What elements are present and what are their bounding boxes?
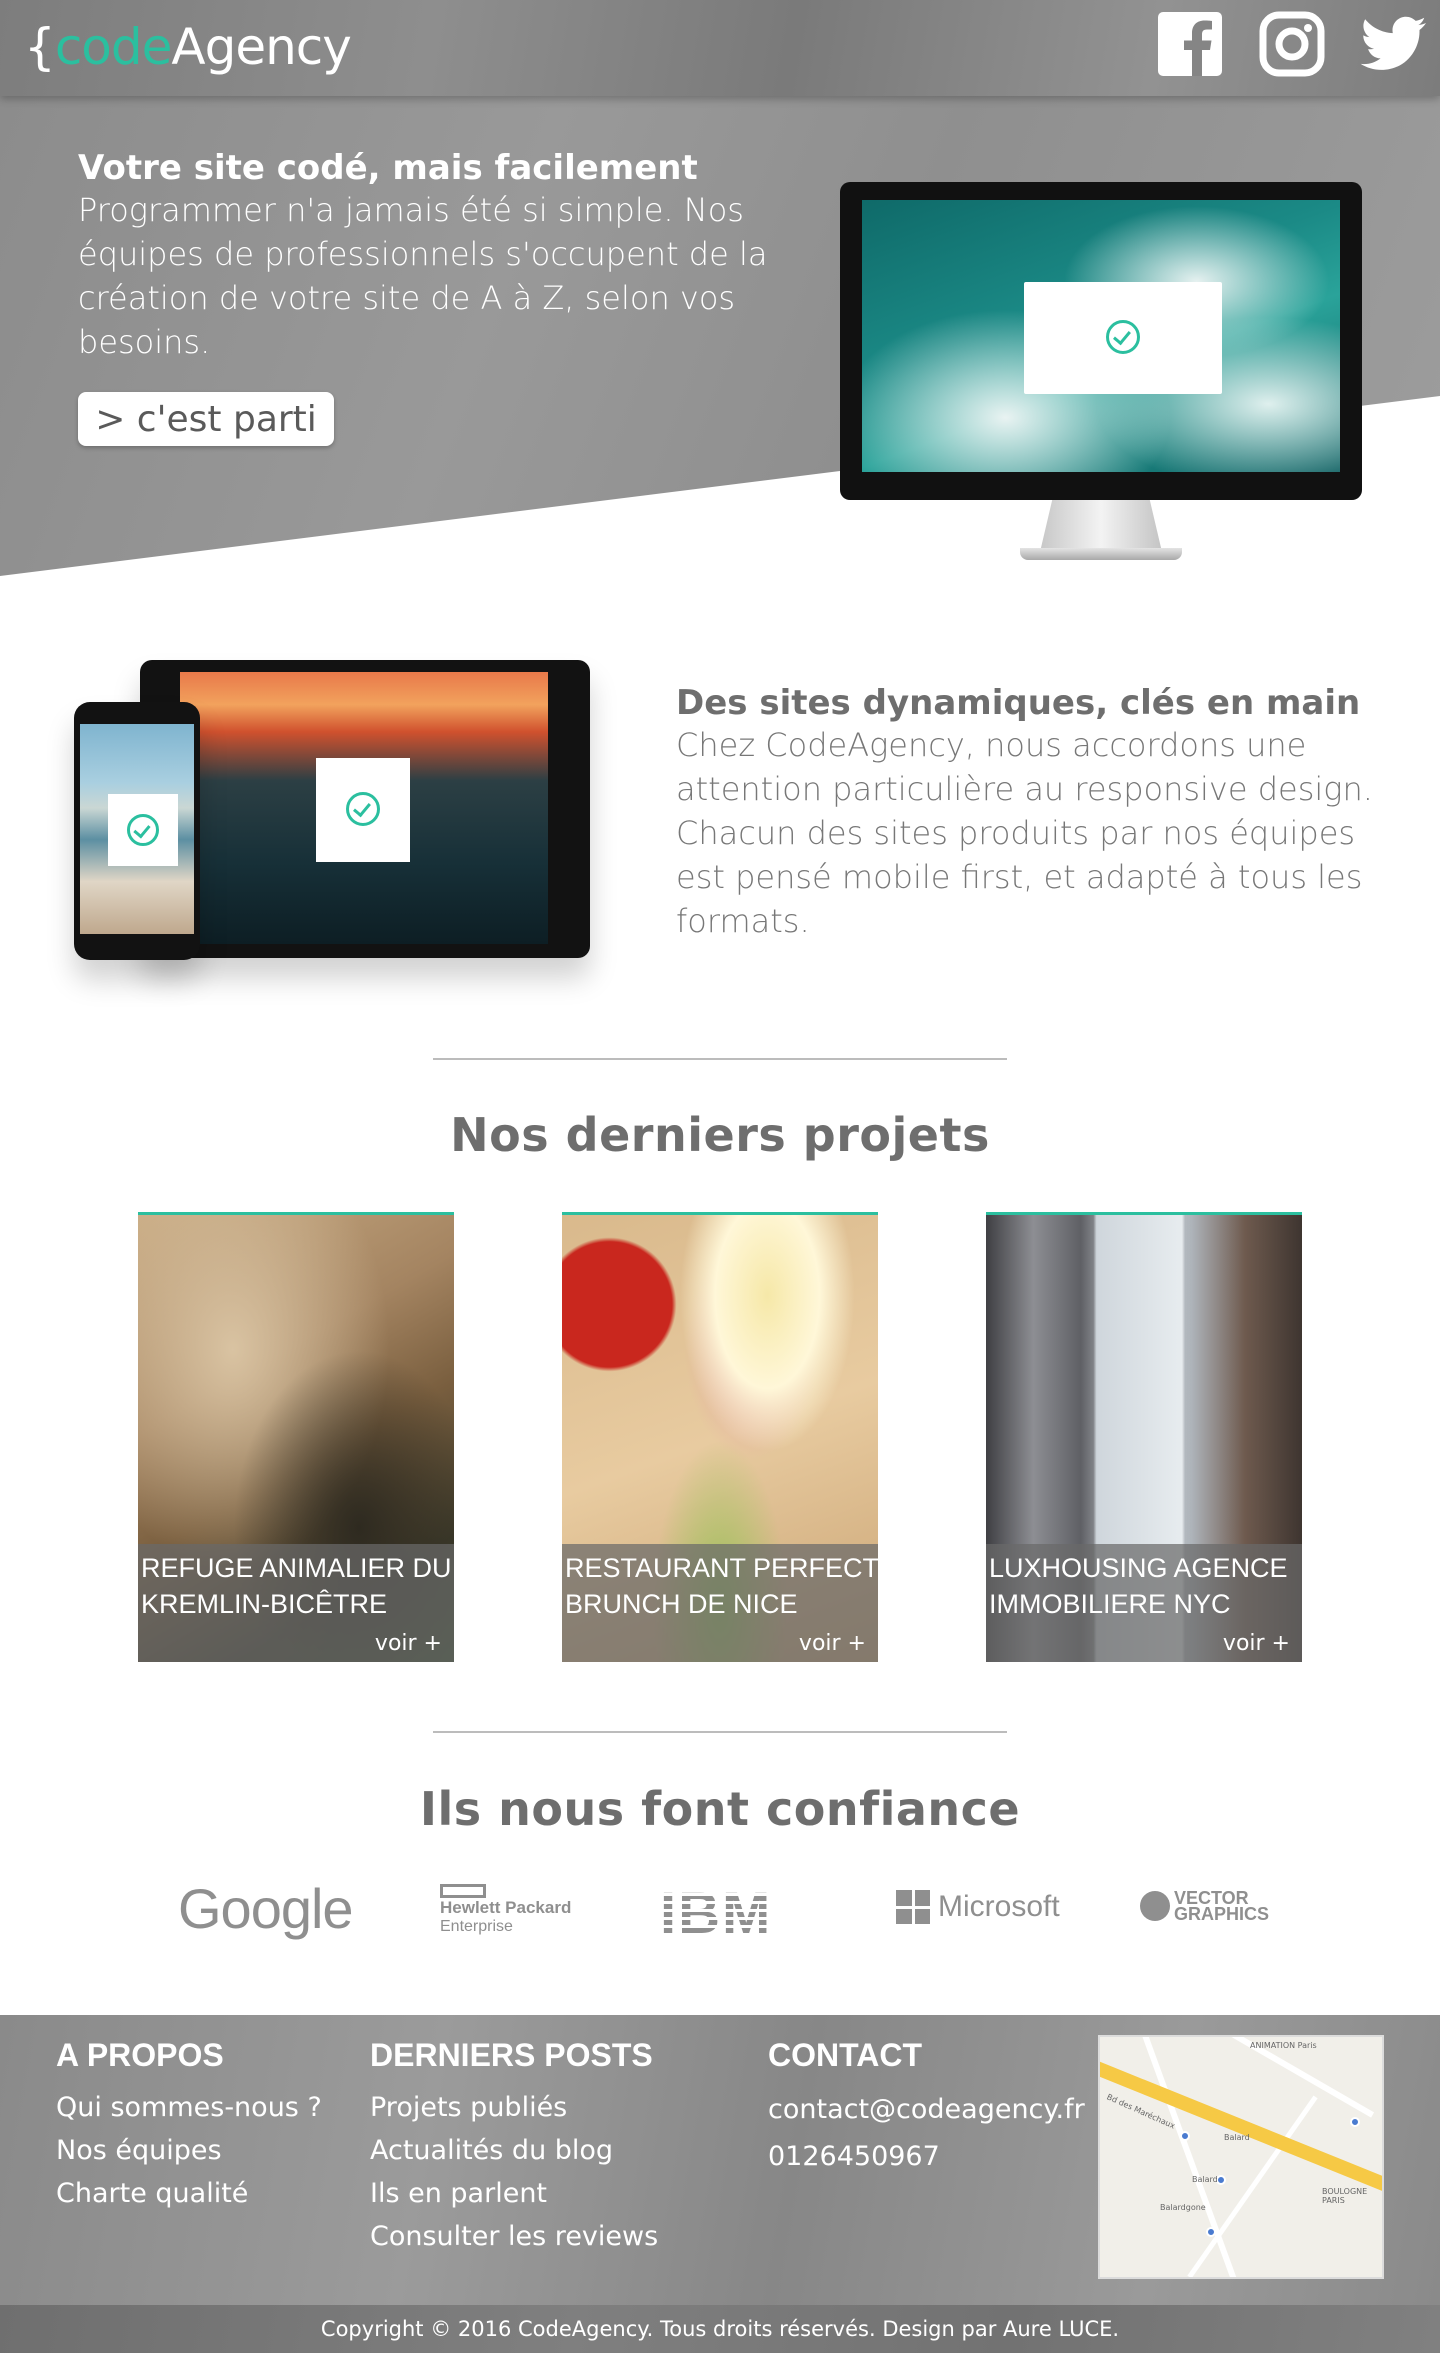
footer-link-teams[interactable]: Nos équipes (56, 2129, 322, 2172)
footer-link-reviews[interactable]: Consulter les reviews (370, 2215, 658, 2258)
project-name: Restaurant Perfect Brunch de Nice (565, 1553, 878, 1619)
footer-contact: CONTACT contact@codeagency.fr 0126450967 (768, 2037, 1085, 2180)
projects-grid: Refuge animalier du Kremlin-Bicêtre voir… (138, 1212, 1304, 1662)
cta-button[interactable]: > c'est parti (78, 392, 334, 446)
instagram-icon[interactable] (1258, 10, 1326, 78)
map-label: BOULOGNE PARIS (1322, 2187, 1368, 2205)
projects-title: Nos derniers projets (450, 1108, 990, 1162)
map-pin-icon (1350, 2117, 1360, 2127)
map-label: Balard (1224, 2133, 1250, 2142)
hpe-mark (440, 1884, 486, 1898)
site-header: {codeAgency (0, 0, 1440, 96)
project-name: Refuge animalier du Kremlin-Bicêtre (141, 1553, 452, 1619)
check-icon (127, 814, 159, 846)
footer-about: A PROPOS Qui sommes-nous ? Nos équipes C… (56, 2037, 322, 2215)
check-icon (346, 792, 380, 826)
map-pin-icon (1180, 2131, 1190, 2141)
hpe-name: Hewlett Packard (440, 1898, 572, 1917)
location-map[interactable]: ANIMATION Paris Balard Balard Balardgone… (1098, 2035, 1384, 2279)
google-logo: Google (178, 1877, 354, 1940)
footer-about-heading: A PROPOS (56, 2037, 224, 2073)
hero-title: Votre site codé, mais facilement (78, 148, 698, 188)
footer-posts: DERNIERS POSTS Projets publiés Actualité… (370, 2037, 658, 2258)
map-label: Balard (1192, 2175, 1218, 2184)
logo-brace: { (24, 18, 56, 76)
facebook-icon[interactable] (1156, 10, 1224, 78)
footer-link-press[interactable]: Ils en parlent (370, 2172, 658, 2215)
social-links (1156, 10, 1428, 78)
hero-description: Programmer n'a jamais été si simple. Nos… (78, 191, 768, 361)
monitor-screen (862, 200, 1340, 472)
map-road (1142, 2037, 1244, 2277)
project-name: Luxhousing agence immobiliere NYC (989, 1553, 1288, 1619)
divider (433, 1058, 1007, 1060)
vector-graphics-dot-icon (1140, 1891, 1170, 1921)
logo-accent: code (54, 18, 173, 76)
hpe-logo: Hewlett Packard Enterprise (440, 1884, 580, 1936)
project-more-link[interactable]: voir + (799, 1631, 866, 1656)
project-card[interactable]: Luxhousing agence immobiliere NYC voir + (986, 1212, 1302, 1662)
microsoft-name: Microsoft (938, 1890, 1060, 1923)
footer-link-quality[interactable]: Charte qualité (56, 2172, 322, 2215)
phone-screen (80, 724, 194, 934)
microsoft-logo: Microsoft (896, 1890, 1060, 1924)
footer-link-blog-news[interactable]: Actualités du blog (370, 2129, 658, 2172)
logo-text: Agency (171, 18, 351, 76)
ibm-logo: IBM (660, 1881, 773, 1946)
map-label: ANIMATION Paris (1250, 2041, 1317, 2050)
site-footer: A PROPOS Qui sommes-nous ? Nos équipes C… (0, 2015, 1440, 2305)
hero-section: Votre site codé, mais facilement Program… (0, 96, 1440, 581)
project-caption: Luxhousing agence immobiliere NYC voir + (986, 1544, 1302, 1662)
check-icon (1106, 320, 1140, 354)
hpe-subname: Enterprise (440, 1918, 513, 1935)
monitor-illustration (840, 182, 1362, 582)
divider (433, 1731, 1007, 1733)
copyright-bar: Copyright © 2016 CodeAgency. Tous droits… (0, 2305, 1440, 2353)
tablet-illustration (140, 660, 590, 958)
project-card[interactable]: Restaurant Perfect Brunch de Nice voir + (562, 1212, 878, 1662)
project-more-link[interactable]: voir + (1223, 1631, 1290, 1656)
phone-illustration (74, 702, 200, 960)
footer-link-about-us[interactable]: Qui sommes-nous ? (56, 2086, 322, 2129)
twitter-icon[interactable] (1360, 10, 1428, 78)
footer-posts-heading: DERNIERS POSTS (370, 2037, 653, 2073)
project-card[interactable]: Refuge animalier du Kremlin-Bicêtre voir… (138, 1212, 454, 1662)
project-more-link[interactable]: voir + (375, 1631, 442, 1656)
vector-graphics-name: VECTOR GRAPHICS (1174, 1888, 1270, 1924)
feature-title: Des sites dynamiques, clés en main (676, 683, 1361, 723)
map-pin-icon (1206, 2227, 1216, 2237)
footer-contact-heading: CONTACT (768, 2037, 923, 2073)
project-caption: Restaurant Perfect Brunch de Nice voir + (562, 1544, 878, 1662)
feature-text: Des sites dynamiques, clés en main Chez … (676, 683, 1376, 943)
monitor-dialog (1024, 282, 1222, 394)
client-logos: Google Hewlett Packard Enterprise IBM Mi… (0, 1866, 1440, 1956)
contact-email-link[interactable]: contact@codeagency.fr (768, 2086, 1085, 2133)
monitor-base (1020, 548, 1182, 560)
clients-title: Ils nous font confiance (419, 1782, 1021, 1836)
devices-illustration (74, 660, 594, 980)
vector-graphics-logo: VECTOR GRAPHICS (1140, 1888, 1270, 1924)
map-label: Balardgone (1160, 2203, 1206, 2212)
tablet-screen (180, 672, 548, 944)
project-caption: Refuge animalier du Kremlin-Bicêtre voir… (138, 1544, 454, 1662)
site-logo[interactable]: {codeAgency (24, 18, 352, 76)
monitor-frame (840, 182, 1362, 500)
hero-text: Votre site codé, mais facilement Program… (78, 148, 778, 364)
tablet-dialog (316, 758, 410, 862)
contact-phone-link[interactable]: 0126450967 (768, 2133, 1085, 2180)
monitor-stand (1040, 500, 1162, 552)
phone-dialog (108, 794, 178, 866)
feature-description: Chez CodeAgency, nous accordons une atte… (676, 726, 1373, 940)
microsoft-grid-icon (896, 1890, 930, 1924)
footer-link-published-projects[interactable]: Projets publiés (370, 2086, 658, 2129)
